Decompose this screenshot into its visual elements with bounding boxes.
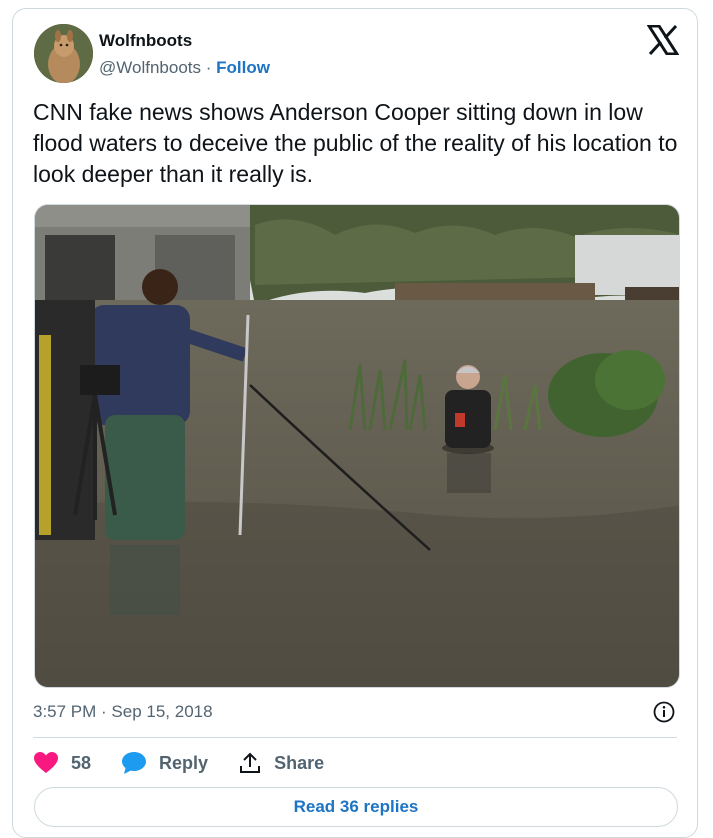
reply-label: Reply	[159, 752, 209, 773]
author-handle-row: @Wolfnboots · Follow	[99, 58, 270, 78]
author-name[interactable]: Wolfnboots	[99, 31, 192, 51]
share-button[interactable]: Share	[238, 751, 324, 775]
reply-bubble-icon	[122, 752, 147, 774]
share-icon	[240, 752, 261, 773]
like-button[interactable]: 58	[33, 751, 91, 775]
separator: ·	[205, 58, 212, 77]
author-handle[interactable]: @Wolfnboots	[99, 58, 201, 77]
read-replies-button[interactable]: Read 36 replies	[34, 787, 678, 827]
reply-button[interactable]: Reply	[121, 751, 208, 775]
info-icon[interactable]	[653, 701, 675, 723]
tweet-timestamp[interactable]: 3:57 PM · Sep 15, 2018	[33, 702, 213, 722]
like-count: 58	[71, 752, 92, 773]
x-logo-icon[interactable]	[646, 24, 680, 56]
follow-button[interactable]: Follow	[216, 58, 270, 77]
heart-icon	[34, 752, 58, 773]
share-label: Share	[274, 752, 325, 773]
avatar[interactable]	[34, 24, 93, 83]
divider	[33, 737, 677, 738]
tweet-text: CNN fake news shows Anderson Cooper sitt…	[33, 99, 678, 187]
tweet-actions: 58 Reply Share	[33, 749, 354, 777]
tweet-card: Wolfnboots @Wolfnboots · Follow CNN fake…	[12, 8, 698, 838]
tweet-photo[interactable]	[34, 204, 680, 688]
